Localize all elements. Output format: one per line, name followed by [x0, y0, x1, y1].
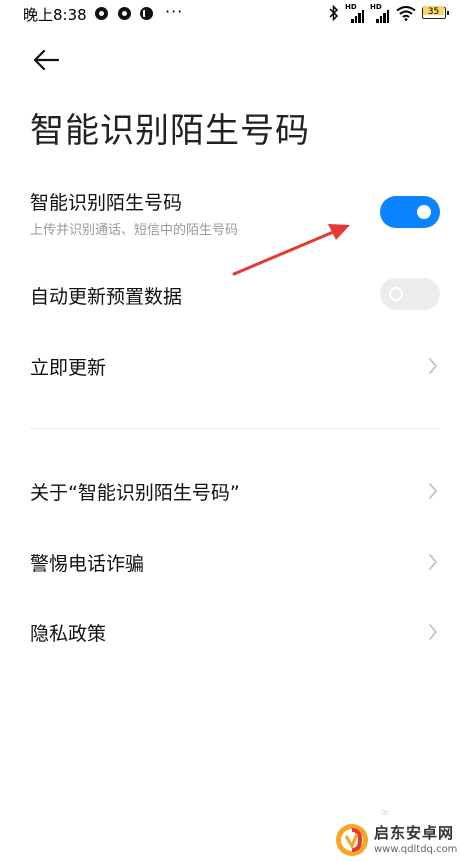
toggle-knob: [389, 287, 403, 301]
about-title: 关于“智能识别陌生号码”: [30, 482, 240, 504]
signal-strength-icon: HD: [370, 3, 390, 23]
section-divider: [30, 428, 440, 429]
chevron-right-icon: [429, 624, 437, 640]
battery-level: 35: [423, 6, 444, 17]
more-notifications-icon: ···: [165, 2, 184, 21]
update-now-title: 立即更新: [30, 357, 107, 379]
smart-identify-subtitle: 上传并识别通话、短信中的陌生号码: [30, 223, 239, 238]
chevron-right-icon: [429, 554, 437, 570]
chevron-right-icon: [429, 483, 437, 499]
page-title: 智能识别陌生号码: [30, 111, 310, 151]
auto-update-title: 自动更新预置数据: [30, 286, 183, 308]
chevron-right-icon: [429, 358, 437, 374]
faint-watermark-glyph: ∞: [380, 805, 390, 819]
bluetooth-icon: [329, 4, 339, 22]
smart-identify-title: 智能识别陌生号码: [30, 192, 183, 214]
status-time: 晚上8:38: [23, 6, 87, 24]
watermark-url: www.qdltdq.com: [374, 844, 458, 855]
signal-strength-icon: HD: [345, 3, 365, 23]
update-now-row[interactable]: 立即更新: [30, 348, 440, 388]
back-arrow-icon: [33, 49, 60, 71]
site-watermark: 启东安卓网 www.qdltdq.com: [332, 820, 462, 862]
about-row[interactable]: 关于“智能识别陌生号码”: [30, 473, 440, 513]
smart-identify-toggle[interactable]: [380, 196, 440, 228]
notification-app-icon: [118, 7, 131, 20]
battery-icon: 35: [422, 6, 449, 19]
auto-update-row[interactable]: 自动更新预置数据: [30, 276, 440, 316]
fraud-alert-row[interactable]: 警惕电话诈骗: [30, 544, 440, 584]
red-arrow-annotation: [232, 224, 350, 276]
notification-app-icon: [95, 7, 108, 20]
auto-update-toggle[interactable]: [380, 278, 440, 310]
toggle-knob: [417, 205, 431, 219]
watermark-logo-icon: [336, 824, 368, 856]
status-bar: 晚上8:38 ··· HD HD 35: [0, 0, 462, 28]
wifi-icon: [396, 6, 416, 21]
watermark-name: 启东安卓网: [374, 824, 455, 842]
fraud-alert-title: 警惕电话诈骗: [30, 553, 145, 575]
privacy-row[interactable]: 隐私政策: [30, 614, 440, 654]
back-button[interactable]: [30, 46, 62, 74]
notification-app-icon: [140, 7, 153, 20]
privacy-title: 隐私政策: [30, 623, 107, 645]
